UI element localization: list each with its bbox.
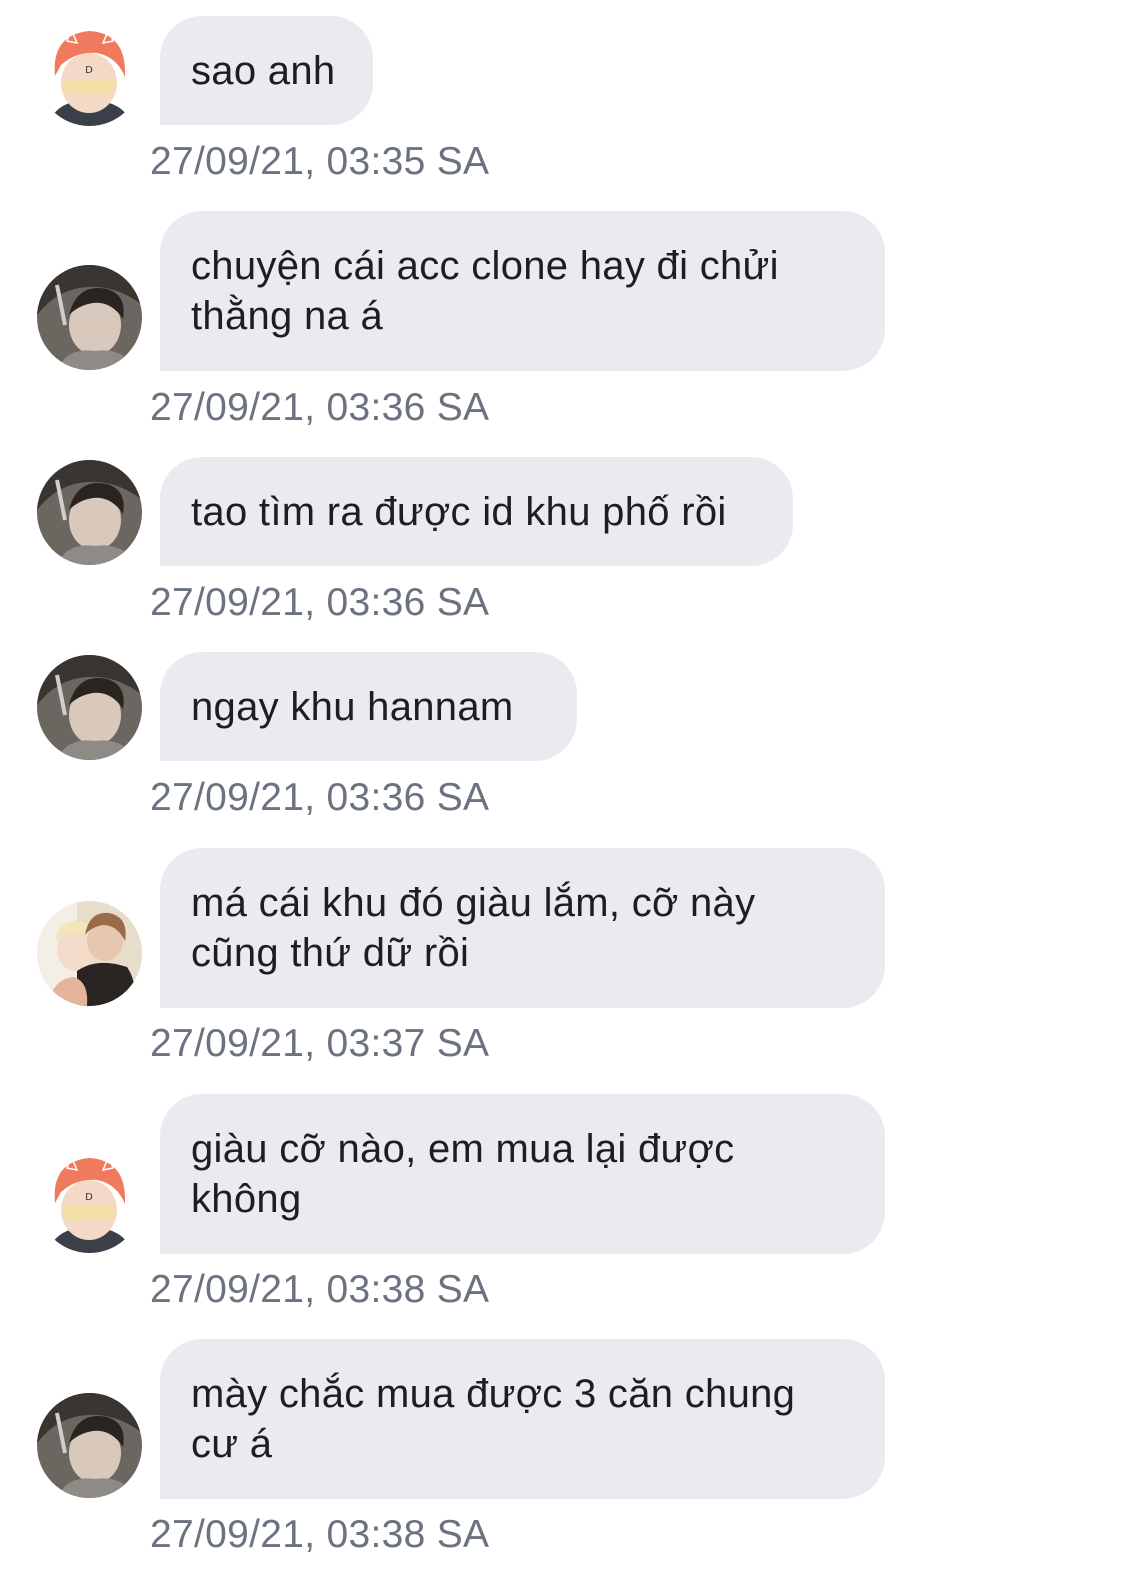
message-bubble[interactable]: ngay khu hannam: [160, 652, 577, 761]
message-bubble[interactable]: tao tìm ra được id khu phố rồi: [160, 457, 793, 566]
message-text: tao tìm ra được id khu phố rồi: [191, 489, 727, 534]
message-text: mày chắc mua được 3 căn chung cư á: [191, 1372, 807, 1466]
message-thread: D sao anh 27/09/21, 03:35 SA chuyện cái …: [0, 0, 1125, 1589]
message-bubble[interactable]: giàu cỡ nào, em mua lại được không: [160, 1094, 885, 1254]
message-timestamp: 27/09/21, 03:38 SA: [150, 1268, 490, 1311]
avatar-orange-hair-icon[interactable]: D: [37, 21, 142, 126]
avatar-dark-hair-icon[interactable]: [37, 460, 142, 565]
message-timestamp: 27/09/21, 03:36 SA: [150, 581, 490, 624]
message-bubble[interactable]: chuyện cái acc clone hay đi chửi thằng n…: [160, 211, 885, 371]
message-timestamp: 27/09/21, 03:36 SA: [150, 776, 490, 819]
avatar-dark-hair-icon[interactable]: [37, 655, 142, 760]
message-timestamp: 27/09/21, 03:38 SA: [150, 1513, 490, 1556]
message-text: ngay khu hannam: [191, 684, 514, 729]
avatar-dark-hair-icon[interactable]: [37, 1393, 142, 1498]
svg-text:D: D: [85, 1192, 93, 1203]
message-text: má cái khu đó giàu lắm, cỡ này cũng thứ …: [191, 881, 767, 975]
message-text: sao anh: [191, 48, 336, 93]
avatar-couple-icon[interactable]: [37, 901, 142, 1006]
avatar-orange-hair-icon[interactable]: D: [37, 1148, 142, 1253]
message-bubble[interactable]: má cái khu đó giàu lắm, cỡ này cũng thứ …: [160, 848, 885, 1008]
avatar-dark-hair-icon[interactable]: [37, 265, 142, 370]
message-timestamp: 27/09/21, 03:37 SA: [150, 1022, 490, 1065]
message-timestamp: 27/09/21, 03:35 SA: [150, 140, 490, 183]
message-timestamp: 27/09/21, 03:36 SA: [150, 386, 490, 429]
message-text: giàu cỡ nào, em mua lại được không: [191, 1127, 746, 1221]
message-bubble[interactable]: sao anh: [160, 16, 373, 125]
svg-text:D: D: [85, 65, 93, 76]
message-text: chuyện cái acc clone hay đi chửi thằng n…: [191, 244, 791, 338]
message-bubble[interactable]: mày chắc mua được 3 căn chung cư á: [160, 1339, 885, 1499]
